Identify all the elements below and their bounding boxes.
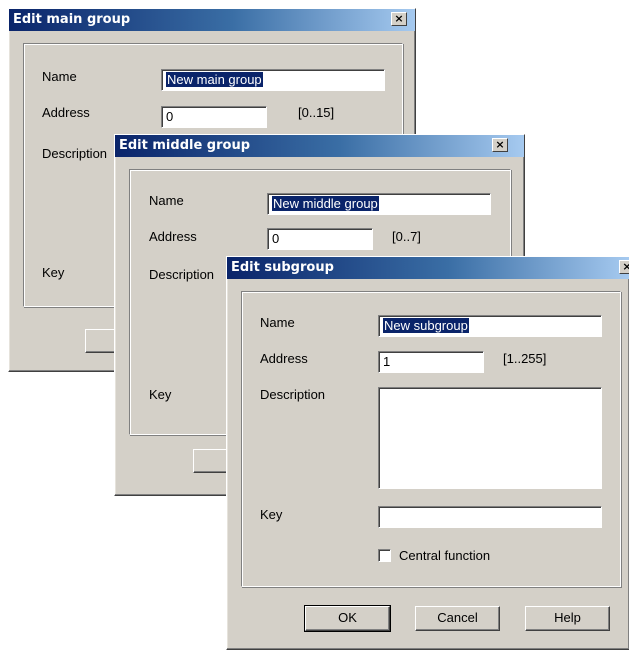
central-function-label[interactable]: Central function [399, 548, 490, 563]
subgroup-description-label: Description [260, 387, 326, 402]
help-button[interactable]: Help [525, 606, 610, 631]
main-group-name-field[interactable]: New main group [161, 69, 385, 91]
middle-group-name-value: New middle group [272, 196, 379, 211]
subgroup-name-label: Name [260, 315, 295, 330]
middle-group-titlebar[interactable]: Edit middle group × [115, 135, 524, 157]
subgroup-key-field[interactable] [378, 506, 602, 528]
main-group-title: Edit main group [13, 12, 131, 27]
subgroup-description-field[interactable] [378, 387, 602, 489]
subgroup-title: Edit subgroup [231, 260, 334, 275]
main-group-titlebar[interactable]: Edit main group × [9, 9, 415, 31]
middle-group-name-field[interactable]: New middle group [267, 193, 491, 215]
middle-group-address-field[interactable]: 0 [267, 228, 373, 250]
middle-group-title: Edit middle group [119, 138, 251, 153]
edit-subgroup-dialog: Edit subgroup × Name New subgroup Addres… [226, 256, 629, 650]
subgroup-address-label: Address [260, 351, 308, 366]
close-icon[interactable]: × [619, 260, 629, 274]
subgroup-address-range: [1..255] [503, 351, 547, 366]
main-group-address-label: Address [42, 105, 90, 120]
middle-group-address-range: [0..7] [392, 229, 421, 244]
cancel-button[interactable]: Cancel [415, 606, 500, 631]
main-group-address-range: [0..15] [298, 105, 335, 120]
middle-group-key-label: Key [149, 387, 172, 402]
main-group-name-value: New main group [166, 72, 263, 87]
ok-button[interactable]: OK [304, 605, 391, 632]
subgroup-name-value: New subgroup [383, 318, 469, 333]
middle-group-description-label: Description [149, 267, 215, 282]
main-group-key-label: Key [42, 265, 65, 280]
subgroup-address-field[interactable]: 1 [378, 351, 484, 373]
subgroup-titlebar[interactable]: Edit subgroup × [227, 257, 629, 279]
middle-group-name-label: Name [149, 193, 184, 208]
main-group-name-label: Name [42, 69, 77, 84]
main-group-description-label: Description [42, 146, 108, 161]
subgroup-key-label: Key [260, 507, 283, 522]
main-group-address-field[interactable]: 0 [161, 106, 267, 128]
close-icon[interactable]: × [492, 138, 508, 152]
middle-group-address-label: Address [149, 229, 197, 244]
close-icon[interactable]: × [391, 12, 407, 26]
central-function-checkbox[interactable] [378, 549, 391, 562]
subgroup-name-field[interactable]: New subgroup [378, 315, 602, 337]
